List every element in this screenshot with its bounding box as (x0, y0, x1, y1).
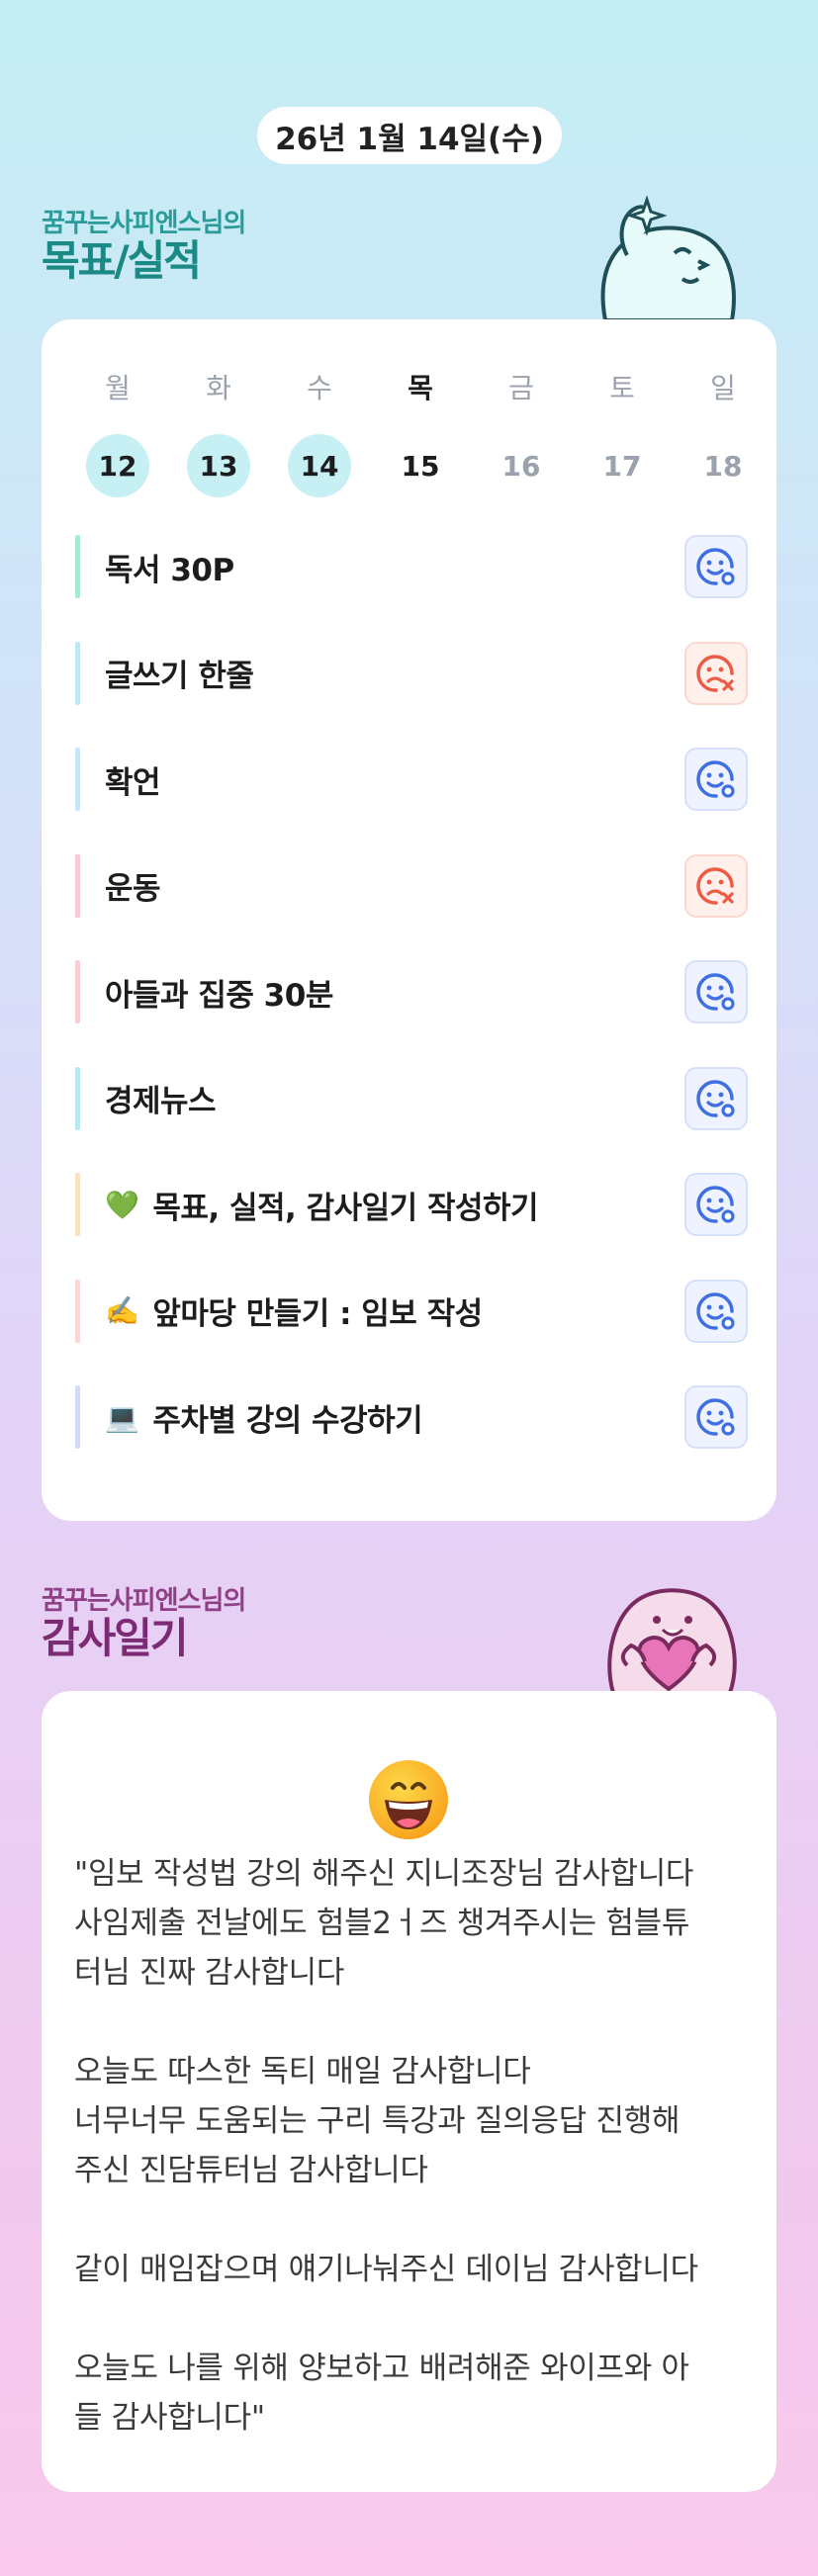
day-number: 17 (602, 449, 642, 483)
day-wed[interactable]: 수 14 (275, 367, 364, 497)
status-done-button[interactable] (684, 1385, 748, 1449)
day-name: 토 (609, 372, 635, 404)
day-number: 16 (501, 449, 541, 483)
status-done-button[interactable] (684, 535, 748, 598)
goal-row[interactable]: 확언 (75, 748, 748, 811)
status-done-button[interactable] (684, 748, 748, 811)
day-name: 월 (105, 372, 131, 404)
goal-label: ✍️ 앞마당 만들기 : 임보 작성 (105, 1280, 483, 1343)
day-fri[interactable]: 금 16 (477, 367, 566, 497)
goal-row[interactable]: 💚 목표, 실적, 감사일기 작성하기 (75, 1173, 748, 1236)
goal-label: 경제뉴스 (105, 1067, 217, 1130)
goal-emoji-icon: ✍️ (105, 1294, 139, 1327)
goals-card: 월 12 화 13 수 14 목 15 금 16 토 17 일 18 독서 30… (42, 319, 776, 1521)
goal-row[interactable]: 글쓰기 한줄 (75, 641, 748, 705)
gratitude-subtitle: 꿈꾸는사피엔스님의 (42, 1586, 246, 1616)
day-number: 12 (86, 434, 149, 497)
gratitude-text: "임보 작성법 강의 해주신 지니조장님 감사합니다 사임제출 전날에도 험블2… (74, 1856, 698, 2436)
day-number: 18 (703, 449, 743, 483)
goal-row[interactable]: 운동 (75, 853, 748, 918)
day-mon[interactable]: 월 12 (73, 367, 162, 497)
goal-color-bar (75, 960, 80, 1023)
goal-row[interactable]: 경제뉴스 (75, 1066, 748, 1130)
status-done-button[interactable] (684, 960, 748, 1023)
gratitude-title: 감사일기 (42, 1614, 189, 1662)
goal-label: 💻 주차별 강의 수강하기 (105, 1385, 423, 1449)
goal-color-bar (75, 1279, 80, 1343)
smile-check-icon (694, 1077, 738, 1120)
gratitude-card: "임보 작성법 강의 해주신 지니조장님 감사합니다 사임제출 전날에도 험블2… (42, 1691, 776, 2492)
smile-check-icon (694, 970, 738, 1014)
grinning-face-icon (369, 1760, 448, 1839)
status-done-button[interactable] (684, 1279, 748, 1343)
smile-check-icon (694, 1289, 738, 1333)
status-missed-button[interactable] (684, 641, 748, 705)
smile-check-icon (694, 1183, 738, 1226)
date-label[interactable]: 26년 1월 14일(수) (257, 107, 562, 164)
day-thu[interactable]: 목 15 (376, 367, 465, 497)
day-name: 금 (508, 372, 534, 404)
goal-label: 아들과 집중 30분 (105, 960, 333, 1023)
goal-color-bar (75, 853, 80, 918)
sad-x-icon (694, 864, 738, 908)
goal-label: 글쓰기 한줄 (105, 642, 254, 705)
goal-label: 확언 (105, 748, 161, 811)
goal-color-bar (75, 641, 80, 705)
goal-emoji-icon: 💚 (105, 1188, 139, 1221)
goal-color-bar (75, 1173, 80, 1236)
day-tue[interactable]: 화 13 (174, 367, 263, 497)
day-number: 15 (401, 449, 440, 483)
goal-label-text: 운동 (105, 871, 161, 907)
goals-title: 목표/실적 (42, 236, 202, 285)
goal-label-text: 아들과 집중 30분 (105, 977, 333, 1014)
mascot-heart-icon (607, 1588, 737, 1693)
smile-check-icon (694, 1395, 738, 1439)
goal-label-text: 앞마당 만들기 : 임보 작성 (152, 1296, 483, 1332)
day-name: 화 (206, 372, 231, 404)
day-number: 14 (288, 434, 351, 497)
goal-label-text: 글쓰기 한줄 (105, 659, 254, 694)
goal-color-bar (75, 535, 80, 598)
mascot-cheer-icon (600, 195, 736, 320)
goal-color-bar (75, 748, 80, 811)
goal-color-bar (75, 1066, 80, 1130)
goal-row[interactable]: 아들과 집중 30분 (75, 960, 748, 1023)
status-missed-button[interactable] (684, 853, 748, 918)
goals-section-header: 꿈꾸는사피엔스님의 목표/실적 (42, 203, 246, 285)
goal-row[interactable]: 💻 주차별 강의 수강하기 (75, 1385, 748, 1449)
goal-label: 💚 목표, 실적, 감사일기 작성하기 (105, 1173, 539, 1236)
day-number: 13 (187, 434, 250, 497)
goal-label-text: 경제뉴스 (105, 1084, 217, 1119)
sad-x-icon (694, 652, 738, 695)
goal-label: 운동 (105, 854, 161, 918)
goal-row[interactable]: 독서 30P (75, 535, 748, 598)
status-done-button[interactable] (684, 1066, 748, 1130)
day-sun[interactable]: 일 18 (679, 367, 768, 497)
goal-label-text: 목표, 실적, 감사일기 작성하기 (152, 1190, 539, 1226)
day-name: 목 (408, 372, 433, 404)
smile-check-icon (694, 545, 738, 588)
goals-subtitle: 꿈꾸는사피엔스님의 (42, 209, 246, 238)
smile-check-icon (694, 757, 738, 801)
goal-emoji-icon: 💻 (105, 1400, 139, 1434)
gratitude-section-header: 꿈꾸는사피엔스님의 감사일기 (42, 1580, 246, 1662)
goal-label-text: 주차별 강의 수강하기 (152, 1402, 423, 1439)
goal-color-bar (75, 1385, 80, 1449)
status-done-button[interactable] (684, 1173, 748, 1236)
goal-label-text: 확언 (105, 764, 161, 801)
goal-row[interactable]: ✍️ 앞마당 만들기 : 임보 작성 (75, 1279, 748, 1343)
goal-label-text: 독서 30P (105, 552, 234, 588)
day-name: 수 (307, 372, 332, 404)
goal-label: 독서 30P (105, 535, 234, 598)
day-name: 일 (710, 372, 736, 404)
day-sat[interactable]: 토 17 (578, 367, 667, 497)
